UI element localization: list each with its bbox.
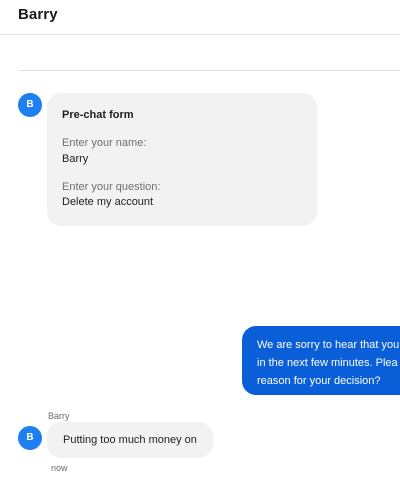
name-label: Enter your name: (62, 137, 147, 149)
message-sender-name: Barry (48, 411, 70, 421)
chat-header: Barry (0, 0, 400, 35)
prechat-form-title: Pre-chat form (62, 109, 134, 121)
agent-message-line: reason for your decision? (257, 375, 381, 387)
name-value: Barry (62, 153, 89, 165)
agent-message-line: in the next few minutes. Plea (257, 357, 398, 369)
message-timestamp: now (51, 463, 68, 473)
question-label: Enter your question: (62, 181, 161, 193)
agent-message-bubble: We are sorry to hear that you in the nex… (242, 326, 400, 395)
agent-message-line: We are sorry to hear that you (257, 339, 400, 351)
user-message-bubble: Putting too much money on (47, 422, 213, 458)
question-value: Delete my account (62, 196, 154, 208)
contact-name-title: Barry (18, 6, 58, 23)
avatar: B (18, 93, 42, 117)
prechat-form-card: Pre-chat form Enter your name: Barry Ent… (47, 93, 317, 226)
chat-window: Barry B Pre-chat form Enter your name: B… (0, 0, 400, 485)
separator-line (18, 70, 400, 71)
avatar: B (18, 426, 42, 450)
